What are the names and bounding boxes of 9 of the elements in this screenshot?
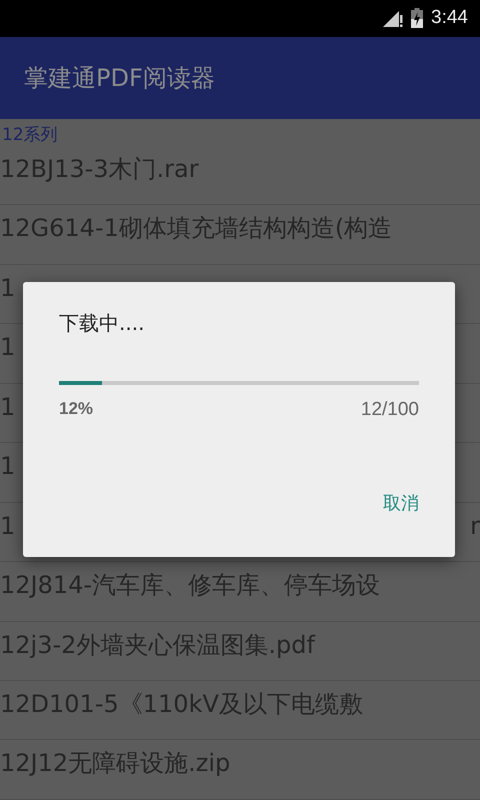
cancel-button[interactable]: 取消 (373, 487, 429, 519)
signal-icon (383, 9, 404, 28)
app-title: 掌建通PDF阅读器 (24, 62, 215, 94)
progress-count: 12/100 (360, 399, 419, 421)
progress-percent: 12% (59, 399, 94, 420)
battery-icon (411, 8, 424, 28)
section-header: 12系列 (1, 124, 58, 146)
dialog-title: 下载中.... (59, 310, 144, 337)
clock: 3:44 (431, 7, 468, 30)
